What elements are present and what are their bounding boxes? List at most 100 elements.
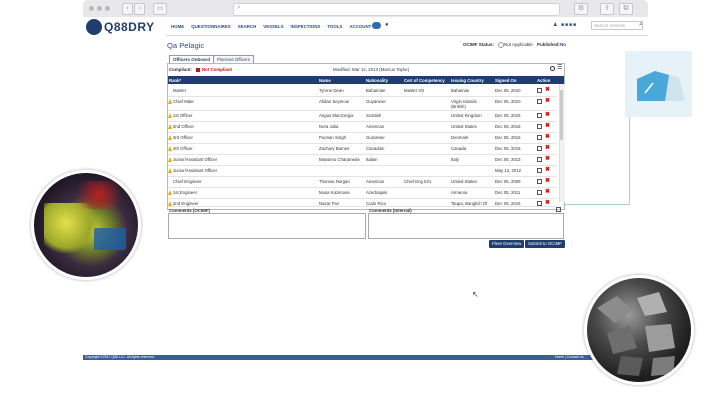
cell-rank: Junior/Assistant Officer (173, 157, 218, 162)
nav-vessels[interactable]: VESSELS (263, 24, 283, 29)
edit-icon[interactable] (537, 88, 542, 93)
coal-photo (584, 275, 694, 385)
cell-nationality: Guyanese (366, 99, 386, 104)
add-officer-icon[interactable] (550, 66, 555, 71)
cell-signed: Dec 05, 2009 (495, 179, 521, 184)
cell-signed: Dec 05, 2016 (495, 201, 521, 206)
modified-info: Modified: Mar 12, 2013 (Marcus Taylor) (333, 67, 410, 72)
delete-icon[interactable]: ✖ (545, 98, 550, 104)
delete-icon[interactable]: ✖ (545, 134, 550, 140)
column-issuing-country[interactable]: Issuing Country (451, 78, 484, 83)
tabs-icon[interactable]: ⧉ (619, 3, 633, 15)
chat-icon[interactable] (372, 22, 381, 29)
logo-text[interactable]: Q88DRY (104, 20, 155, 34)
delete-icon[interactable]: ✖ (545, 167, 550, 173)
list-view-icon[interactable]: ☰ (557, 65, 562, 71)
nav-account[interactable]: ACCOUNT (349, 24, 371, 29)
red-light-glow (69, 181, 129, 209)
delete-icon[interactable]: ✖ (545, 189, 550, 195)
window-zoom-dot[interactable] (105, 6, 110, 11)
cell-rank: 1st Engineer (173, 190, 198, 195)
logo-mark[interactable] (86, 19, 102, 35)
nav-inspections[interactable]: INSPECTIONS (291, 24, 321, 29)
settings-icon[interactable]: ⚙ (574, 3, 588, 15)
warning-icon (168, 124, 172, 129)
social-icons[interactable]: ■■■■ (561, 22, 577, 28)
edit-icon[interactable] (537, 135, 542, 140)
decorative-connector-vertical (629, 117, 630, 204)
table-scrollbar-thumb[interactable] (560, 90, 563, 140)
cell-signed: Dec 05, 2016 (495, 135, 521, 140)
edit-icon[interactable] (537, 190, 542, 195)
cell-signed: Dec 05, 2011 (495, 190, 521, 195)
cell-name: Nazar Fair (319, 201, 340, 206)
cell-country: Denmark (451, 135, 469, 140)
search-icon: ⌕ (237, 4, 241, 11)
cell-signed: Dec 05, 2016 (495, 146, 521, 151)
column-rank[interactable]: Rank* (169, 78, 181, 83)
nav-tools[interactable]: TOOLS (327, 24, 342, 29)
search-submit-icon[interactable]: ⌕ (639, 21, 643, 29)
cell-name: Angus MacGregor (319, 113, 354, 118)
address-bar[interactable]: ⌕ (233, 3, 560, 16)
column-nationality[interactable]: Nationality (366, 78, 388, 83)
nav-home[interactable]: HOME (171, 24, 184, 29)
delete-icon[interactable]: ✖ (545, 112, 550, 118)
delete-icon[interactable]: ✖ (545, 123, 550, 129)
cell-nationality: American (366, 124, 385, 129)
window-close-dot[interactable] (89, 6, 94, 11)
warning-icon (168, 135, 172, 140)
cell-signed: Dec 05, 2010 (495, 88, 521, 93)
help-icon[interactable]: ● (385, 22, 389, 28)
warning-icon (168, 201, 172, 206)
comments-edit-icon[interactable] (556, 207, 561, 212)
edit-icon[interactable] (537, 201, 542, 206)
warning-icon (168, 113, 172, 118)
footer-links[interactable]: Home | Contact Us (555, 355, 584, 360)
mouse-cursor-icon: ↖ (472, 290, 479, 299)
submit-to-ocimf-button[interactable]: Submit to OCIMF (525, 240, 565, 248)
edit-icon[interactable] (537, 113, 542, 118)
cell-nationality: Italian (366, 157, 378, 162)
window-minimize-dot[interactable] (97, 6, 102, 11)
delete-icon[interactable]: ✖ (545, 156, 550, 162)
comments-ocimf-field[interactable] (168, 213, 366, 239)
sidebar-toggle-button[interactable]: ▭ (153, 3, 167, 15)
cell-country: Bahamas (451, 88, 470, 93)
edit-icon[interactable] (537, 168, 542, 173)
edit-icon[interactable] (537, 124, 542, 129)
cell-rank: 2nd Engineer (173, 201, 199, 206)
column-signed-on[interactable]: Signed On (495, 78, 517, 83)
ocimf-status-value: Not Applicable (504, 42, 533, 47)
edit-icon[interactable] (537, 99, 542, 104)
delete-icon[interactable]: ✖ (545, 87, 550, 93)
edit-icon[interactable] (537, 157, 542, 162)
map-pin-illustration (637, 71, 685, 101)
delete-icon[interactable]: ✖ (545, 200, 550, 206)
warning-icon (168, 146, 172, 151)
share-icon[interactable]: ⇪ (600, 3, 614, 15)
cell-rank: Chief Mate (173, 99, 194, 104)
cell-name: Musa Kazimova (319, 190, 350, 195)
nav-search[interactable]: SEARCH (238, 24, 257, 29)
control-screen (94, 228, 126, 250)
cell-country: United States (451, 124, 477, 129)
vessel-search-input[interactable]: Search Vessels (591, 21, 643, 30)
cell-rank: 1st Officer (173, 113, 193, 118)
edit-icon[interactable] (537, 179, 542, 184)
nav-questionnaires[interactable]: QUESTIONNAIRES (191, 24, 231, 29)
warning-icon (168, 190, 172, 195)
compliant-label: Compliant: (169, 67, 192, 72)
edit-icon[interactable] (537, 146, 542, 151)
delete-icon[interactable]: ✖ (545, 145, 550, 151)
fleet-overview-button[interactable]: Fleet Overview (489, 240, 525, 248)
column-cert[interactable]: Cert of Competency (404, 78, 445, 83)
delete-icon[interactable]: ✖ (545, 178, 550, 184)
user-icon[interactable]: ♟ (553, 22, 557, 28)
comments-internal-field[interactable] (368, 213, 564, 239)
cell-nationality: Scottish (366, 113, 382, 118)
back-button[interactable]: ‹ (122, 3, 133, 15)
column-name[interactable]: Name (319, 78, 331, 83)
forward-button[interactable]: › (134, 3, 145, 15)
cell-name: Zachary Barnes (319, 146, 350, 151)
